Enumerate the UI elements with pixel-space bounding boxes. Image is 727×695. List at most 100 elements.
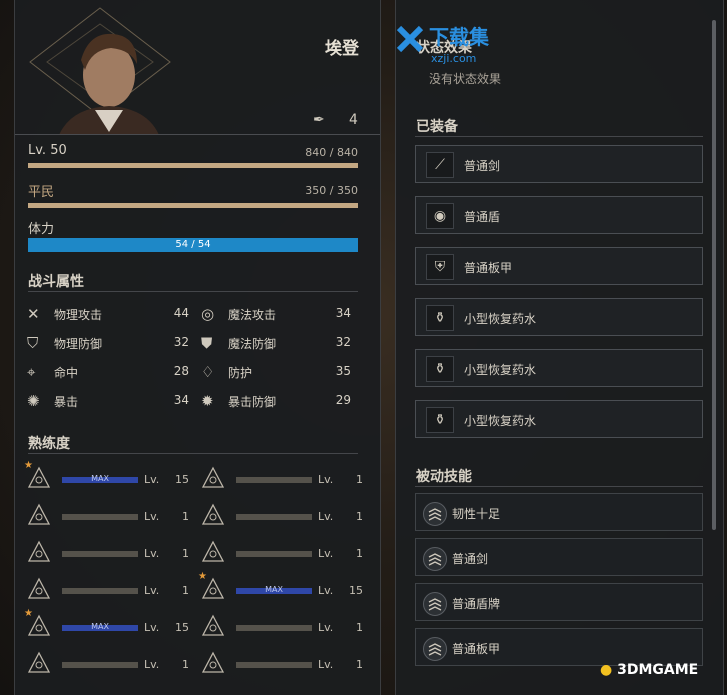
proficiency-bar xyxy=(236,625,312,631)
watermark-logo: 下载集 xzji.com xyxy=(396,25,490,65)
max-label: MAX xyxy=(265,585,283,594)
level-prefix: Lv. xyxy=(318,510,334,523)
proficiency-bar xyxy=(236,514,312,520)
level-prefix: Lv. xyxy=(144,584,160,597)
proficiency-bar xyxy=(236,551,312,557)
divider xyxy=(28,291,358,292)
equipment-name: 普通剑 xyxy=(464,159,501,173)
level-value: 840 / 840 xyxy=(305,146,358,159)
level-value: 15 xyxy=(175,473,189,486)
orb-skill-icon xyxy=(201,651,225,675)
level-value: 1 xyxy=(182,510,189,523)
level-prefix: Lv. xyxy=(318,621,334,634)
staff-skill-icon xyxy=(201,614,225,638)
bow-skill-icon xyxy=(27,540,51,564)
level-value: 1 xyxy=(182,547,189,560)
stat-value: 32 xyxy=(335,335,351,349)
equipment-slot[interactable]: ⚱ 小型恢复药水 xyxy=(415,349,703,387)
mace-skill-icon xyxy=(27,577,51,601)
proficiency-bar xyxy=(62,551,138,557)
max-label: MAX xyxy=(91,622,109,631)
level-prefix: Lv. xyxy=(144,621,160,634)
level-prefix: Lv. xyxy=(144,473,160,486)
equipment-name: 小型恢复药水 xyxy=(464,363,537,377)
passive-title: 被动技能 xyxy=(416,469,472,485)
scrollbar[interactable] xyxy=(712,20,716,530)
potion-icon: ⚱ xyxy=(426,356,454,382)
passive-skill-icon xyxy=(423,637,447,661)
stat-name: 物理攻击 xyxy=(54,308,103,322)
divider xyxy=(415,136,703,137)
equipment-name: 小型恢复药水 xyxy=(464,312,537,326)
stat-value: 29 xyxy=(335,393,351,407)
equipment-slot[interactable]: ⛨ 普通板甲 xyxy=(415,247,703,285)
level-value: 15 xyxy=(349,584,363,597)
character-portrait xyxy=(59,33,159,135)
level-prefix: Lv. xyxy=(318,584,334,597)
level-value: 1 xyxy=(356,473,363,486)
passive-skill-name: 韧性十足 xyxy=(452,507,501,521)
equipment-name: 普通盾 xyxy=(464,210,501,224)
equipment-panel: 状态效果 没有状态效果 已装备 ⟋ 普通剑 ◉ 普通盾 ⛨ 普通板甲 ⚱ 小型恢复药水 ⚱ 小型恢… xyxy=(395,0,724,695)
passive-skill[interactable]: 普通板甲 xyxy=(415,628,703,666)
burst-icon: ✺ xyxy=(27,392,40,410)
passive-skill-icon xyxy=(423,547,447,571)
passive-skill-name: 普通板甲 xyxy=(452,642,501,656)
combat-section-title: 战斗属性 xyxy=(28,274,84,290)
level-prefix: Lv. xyxy=(144,510,160,523)
equipment-slot[interactable]: ◉ 普通盾 xyxy=(415,196,703,234)
level-prefix: Lv. xyxy=(318,658,334,671)
level-value: 1 xyxy=(356,547,363,560)
stat-name: 暴击 xyxy=(54,395,79,409)
level-prefix: Lv. xyxy=(144,658,160,671)
equipment-slot[interactable]: ⚱ 小型恢复药水 xyxy=(415,400,703,438)
max-label: MAX xyxy=(91,474,109,483)
armor-skill-icon xyxy=(201,577,225,601)
equipped-title: 已装备 xyxy=(416,119,458,135)
eye-skill-icon xyxy=(201,540,225,564)
shield-icon: ⛉ xyxy=(27,334,39,352)
stat-value: 34 xyxy=(173,393,189,407)
stat-value: 28 xyxy=(173,364,189,378)
potion-icon: ⚱ xyxy=(426,305,454,331)
passive-skill[interactable]: 普通盾牌 xyxy=(415,583,703,621)
stat-name: 暴击防御 xyxy=(228,395,277,409)
passive-skill-icon xyxy=(423,592,447,616)
divider xyxy=(28,453,358,454)
proficiency-bar xyxy=(62,588,138,594)
stamina-label: 体力 xyxy=(28,222,55,237)
stat-value: 44 xyxy=(173,306,189,320)
stat-name: 物理防御 xyxy=(54,337,103,351)
stat-name: 魔法攻击 xyxy=(228,308,277,322)
passive-skill[interactable]: 韧性十足 xyxy=(415,493,703,531)
proficiency-bar: MAX xyxy=(236,585,312,594)
passive-skill-icon xyxy=(423,502,447,526)
plate-armor-icon: ⛨ xyxy=(426,254,454,280)
passive-skill-name: 普通剑 xyxy=(452,552,489,566)
guard-icon: ♢ xyxy=(201,363,215,381)
level-value: 1 xyxy=(356,510,363,523)
tome-skill-icon xyxy=(27,651,51,675)
burst-shield-icon: ✹ xyxy=(201,392,214,410)
level-label: Lv. 50 xyxy=(28,143,67,158)
passive-skill[interactable]: 普通剑 xyxy=(415,538,703,576)
svg-text:xzji.com: xzji.com xyxy=(431,52,476,65)
level-prefix: Lv. xyxy=(318,473,334,486)
level-value: 1 xyxy=(182,584,189,597)
equipment-name: 小型恢复药水 xyxy=(464,414,537,428)
sword-icon: ⟋ xyxy=(426,152,454,178)
divider xyxy=(415,486,703,487)
watermark-3dm: ● 3DMGAME xyxy=(600,662,699,678)
character-name: 埃登 xyxy=(325,39,359,59)
proficiency-bar xyxy=(236,662,312,668)
rank-value: 350 / 350 xyxy=(305,184,358,197)
equipment-slot[interactable]: ⚱ 小型恢复药水 xyxy=(415,298,703,336)
equipment-slot[interactable]: ⟋ 普通剑 xyxy=(415,145,703,183)
rank-bar xyxy=(28,203,358,208)
divider xyxy=(15,134,380,135)
potion-icon: ⚱ xyxy=(426,407,454,433)
proficiency-bar xyxy=(236,477,312,483)
level-value: 1 xyxy=(356,658,363,671)
level-value: 15 xyxy=(175,621,189,634)
rank-label: 平民 xyxy=(28,185,55,200)
